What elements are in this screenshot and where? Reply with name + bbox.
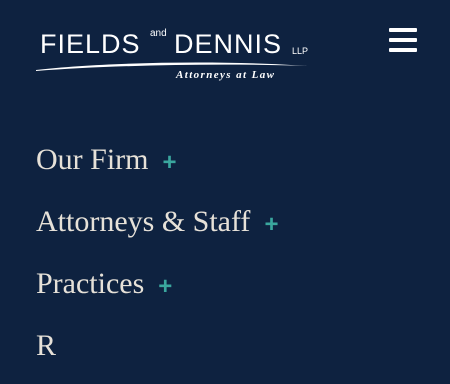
logo-tagline: Attorneys at Law (176, 69, 276, 81)
logo-word-and: and (150, 28, 167, 39)
firm-logo[interactable]: FIELDS and DENNIS LLP Attorneys at Law (34, 26, 314, 86)
nav-item-label: R (36, 329, 57, 362)
nav-item-label: Attorneys & Staff (36, 205, 251, 238)
hamburger-menu-icon[interactable] (386, 26, 420, 54)
logo-word-fields: FIELDS (40, 29, 141, 59)
nav-item-label: Practices (36, 267, 145, 300)
nav-item-partial[interactable]: R (36, 322, 436, 384)
expand-plus-icon[interactable]: + (163, 136, 177, 187)
logo-word-dennis: DENNIS (174, 29, 283, 59)
menu-bar-bottom (389, 48, 417, 52)
menu-bar-top (389, 28, 417, 32)
site-header: FIELDS and DENNIS LLP Attorneys at Law (0, 0, 450, 100)
menu-bar-middle (389, 38, 417, 42)
nav-item-practices[interactable]: Practices + (36, 260, 436, 322)
nav-item-our-firm[interactable]: Our Firm + (36, 136, 436, 198)
nav-item-label: Our Firm (36, 143, 149, 176)
expand-plus-icon[interactable]: + (264, 198, 278, 249)
main-navigation: Our Firm + Attorneys & Staff + Practices… (36, 136, 436, 384)
expand-plus-icon[interactable]: + (158, 260, 172, 311)
logo-suffix-llp: LLP (292, 46, 309, 56)
nav-item-attorneys-staff[interactable]: Attorneys & Staff + (36, 198, 436, 260)
